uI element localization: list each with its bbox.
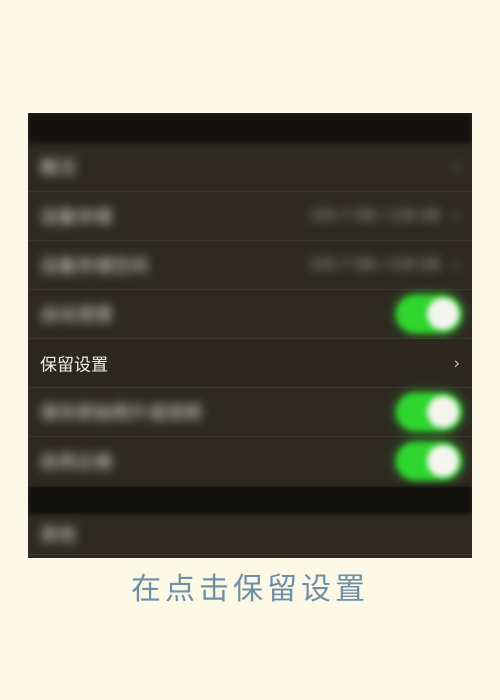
chevron-right-icon: › bbox=[452, 205, 460, 227]
settings-row-label: 设备存储空间 bbox=[40, 256, 148, 277]
settings-row-keep-originals: 保存原始照片或视频 bbox=[28, 388, 472, 437]
retain-settings-label: 保留设置 bbox=[40, 355, 108, 376]
toggle-switch[interactable] bbox=[396, 442, 462, 480]
toggle-knob bbox=[427, 396, 459, 428]
settings-row-retain-settings[interactable]: 保留设置 › bbox=[28, 339, 472, 388]
chevron-right-icon: › bbox=[453, 353, 460, 373]
toggle-knob bbox=[427, 445, 459, 477]
instruction-caption: 在点击保留设置 bbox=[131, 572, 369, 607]
settings-row-device-storage[interactable]: 设备存储 105.7 GB / 128 GB › bbox=[28, 192, 472, 241]
section-divider bbox=[28, 486, 472, 514]
page: 概况 › 设备存储 105.7 GB / 128 GB › 设备存储空间 105… bbox=[0, 0, 500, 700]
settings-row-label: 其他 bbox=[40, 525, 76, 546]
chevron-right-icon: › bbox=[452, 254, 460, 276]
toggle-switch[interactable] bbox=[396, 295, 462, 333]
toggle-switch[interactable] bbox=[396, 393, 462, 431]
settings-row-label: 保存原始照片或视频 bbox=[40, 403, 202, 424]
toggle-knob bbox=[427, 298, 459, 330]
settings-row-value: 105.7 GB / 128 GB bbox=[309, 208, 440, 224]
settings-list: 概况 › 设备存储 105.7 GB / 128 GB › 设备存储空间 105… bbox=[28, 143, 472, 555]
settings-row-value: 105.7 GB / 128 GB bbox=[309, 257, 440, 273]
settings-row-enable-cloud: 启用云端 bbox=[28, 437, 472, 486]
settings-screenshot: 概况 › 设备存储 105.7 GB / 128 GB › 设备存储空间 105… bbox=[28, 113, 472, 558]
settings-row-storage-space[interactable]: 设备存储空间 105.7 GB / 128 GB › bbox=[28, 241, 472, 290]
settings-row-auto-clean: 自动清理 bbox=[28, 290, 472, 339]
settings-row-other[interactable]: 其他 bbox=[28, 514, 472, 555]
settings-row-overview[interactable]: 概况 › bbox=[28, 143, 472, 192]
settings-row-label: 启用云端 bbox=[40, 452, 112, 473]
chevron-right-icon: › bbox=[452, 156, 460, 178]
settings-row-label: 设备存储 bbox=[40, 207, 112, 228]
navigation-bar bbox=[28, 113, 472, 143]
settings-row-label: 自动清理 bbox=[40, 305, 112, 326]
settings-row-label: 概况 bbox=[40, 158, 76, 179]
